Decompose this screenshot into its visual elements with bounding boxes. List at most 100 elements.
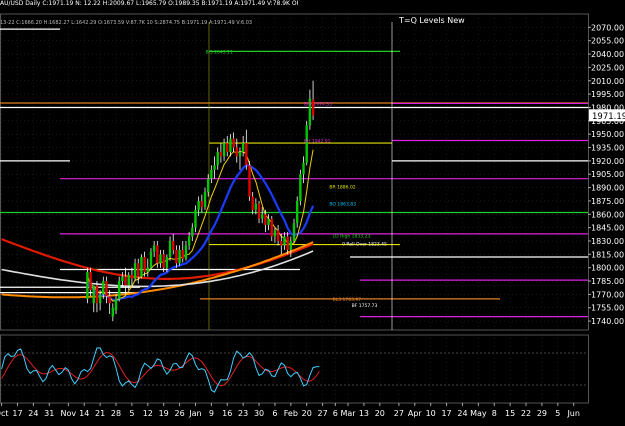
candle-body xyxy=(108,296,111,304)
candle-body xyxy=(117,281,121,299)
candle-body xyxy=(102,281,105,295)
candle-body xyxy=(200,200,204,208)
candle-body xyxy=(181,249,184,259)
candle-body xyxy=(222,143,226,157)
candle-body xyxy=(226,143,229,152)
level-label: BR 1886.02 xyxy=(329,185,355,191)
candle-body xyxy=(143,257,146,273)
level-label: BF 1757.73 xyxy=(352,303,378,309)
time-tick-label: 28 xyxy=(111,409,121,418)
candle-body xyxy=(206,178,210,193)
price-tick-label: 1890.00 xyxy=(591,184,624,193)
candle-body xyxy=(219,151,223,157)
candle-body xyxy=(289,240,293,250)
time-tick-label: Jun xyxy=(566,409,580,418)
candle-body xyxy=(210,169,213,179)
candle-body xyxy=(197,200,200,210)
level-label: 0 Roll Over 1823.45 xyxy=(342,242,387,248)
candle-body xyxy=(213,165,216,170)
candle-body xyxy=(156,245,159,264)
time-tick-label: Oct xyxy=(0,409,9,418)
time-tick-label: 5 xyxy=(129,409,134,418)
candle-body xyxy=(159,254,162,264)
time-tick-label: 21 xyxy=(95,409,105,418)
price-tick-label: 1905.00 xyxy=(591,170,624,179)
price-tick-label: 2055.00 xyxy=(591,37,624,46)
time-tick-label: 30 xyxy=(254,409,264,418)
candle-body xyxy=(299,174,302,201)
candle-body xyxy=(137,263,140,277)
time-tick-label: 27 xyxy=(318,409,328,418)
candle-body xyxy=(89,272,92,290)
candle-body xyxy=(172,240,175,250)
candle-body xyxy=(257,203,261,219)
price-tick-label: 2010.00 xyxy=(591,77,624,86)
price-tick-label: 1920.00 xyxy=(591,157,624,166)
price-tick-label: 1830.00 xyxy=(591,237,624,246)
time-tick-label: 26 xyxy=(174,409,184,418)
time-tick-label: Nov xyxy=(61,409,77,418)
price-tick-label: 2070.00 xyxy=(591,23,624,32)
candle-body xyxy=(238,151,242,157)
time-tick-label: 24 xyxy=(457,409,467,418)
time-tick-label: 12 xyxy=(143,409,153,418)
candle-body xyxy=(273,230,277,237)
price-tick-label: 1875.00 xyxy=(591,197,624,206)
candle-body xyxy=(175,249,178,264)
candle-body xyxy=(140,257,143,277)
candle-body xyxy=(302,162,305,175)
candle-body xyxy=(95,285,99,304)
level-label: BH 1942.91 xyxy=(304,138,331,144)
price-tick-label: 1740.00 xyxy=(591,317,624,326)
candle-body xyxy=(187,236,191,246)
candle-body xyxy=(127,274,130,286)
level-label: BIO 1974.35 xyxy=(304,101,332,107)
price-tick-label: 1785.00 xyxy=(591,277,624,286)
price-tick-label: 2040.00 xyxy=(591,50,624,59)
candle-body xyxy=(229,138,232,152)
candle-body xyxy=(98,294,102,304)
candle-body xyxy=(235,147,238,157)
price-tick-label: 1995.00 xyxy=(591,90,624,99)
candle-body xyxy=(286,236,289,250)
candle-body xyxy=(168,240,172,258)
pane-borders xyxy=(0,13,589,404)
time-axis: Oct172431Nov1421285121926Jan91623306Feb2… xyxy=(0,403,580,418)
time-tick-label: 27 xyxy=(394,409,404,418)
chart-grid xyxy=(0,14,588,403)
time-tick-label: Jan xyxy=(188,409,201,418)
candle-body xyxy=(178,249,181,264)
time-tick-label: 15 xyxy=(505,409,515,418)
candle-body xyxy=(92,285,95,304)
time-tick-label: 22 xyxy=(521,409,531,418)
candle-body xyxy=(162,254,165,268)
price-chart[interactable]: BIS 2043.11 BIO 1974.35 BH 1942.91 BR 1886.… xyxy=(0,0,625,426)
price-tick-label: 1800.00 xyxy=(591,264,624,273)
price-tick-label: 1755.00 xyxy=(591,304,624,313)
candle-body xyxy=(232,138,235,148)
time-tick-label: 10 xyxy=(426,409,436,418)
candle-body xyxy=(254,203,258,210)
price-axis: 1740.00 1755.00 1770.00 1785.00 1800.00 1815.… xyxy=(588,23,625,326)
time-tick-label: Feb xyxy=(284,409,298,418)
price-tick-label: 1950.00 xyxy=(591,130,624,139)
time-tick-label: 13 xyxy=(359,409,369,418)
price-tick-label: 1815.00 xyxy=(591,250,624,259)
level-label: BO 1863.83 xyxy=(329,202,356,208)
time-tick-label: 9 xyxy=(209,409,214,418)
candle-body xyxy=(248,165,251,197)
candle-body xyxy=(149,251,153,268)
price-tick-label: 1770.00 xyxy=(591,290,624,299)
level-label: BIS 2043.11 xyxy=(205,49,232,55)
candle-body xyxy=(280,240,283,246)
candle-body xyxy=(264,214,267,225)
time-tick-label: 20 xyxy=(302,409,312,418)
candle-body xyxy=(216,151,219,166)
candle-body xyxy=(133,263,137,279)
candle-body xyxy=(146,267,150,273)
time-tick-label: 23 xyxy=(238,409,248,418)
time-tick-label: 31 xyxy=(44,409,54,418)
candle-body xyxy=(86,272,89,299)
candle-body xyxy=(241,143,245,152)
level-label: BL3 1763.97 xyxy=(333,297,362,303)
